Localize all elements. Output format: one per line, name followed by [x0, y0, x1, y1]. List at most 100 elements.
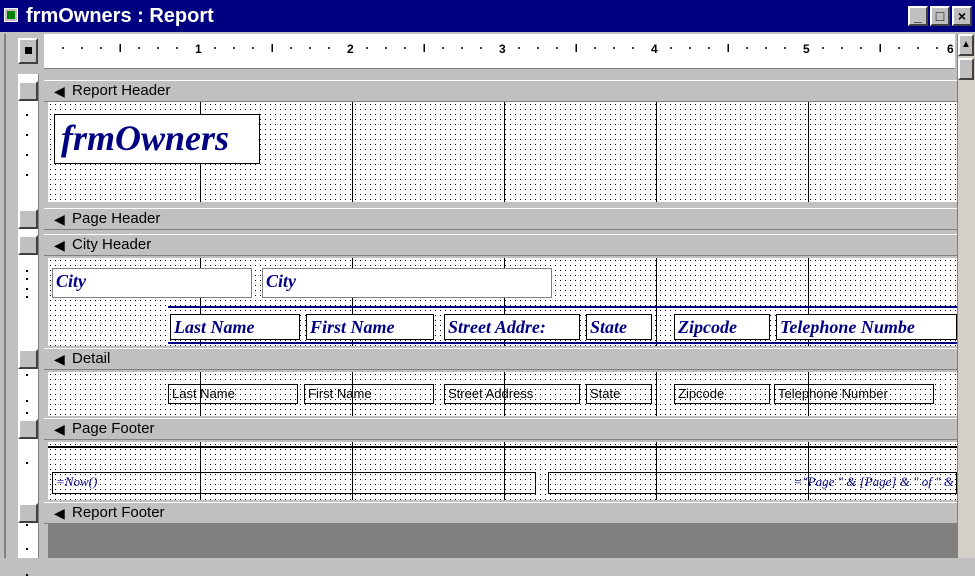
detail-field-last-name[interactable]: Last Name [168, 384, 298, 404]
ruler-tick [537, 47, 539, 49]
section-arrow-icon: ◀ [54, 505, 65, 521]
ruler-tick [917, 47, 919, 49]
footer-page-field[interactable]: ="Page " & [Page] & " of " & [548, 472, 957, 494]
section-bar-page-footer[interactable]: ◀ Page Footer [18, 418, 957, 440]
restore-button[interactable]: □ [930, 6, 950, 26]
city-field[interactable]: City [262, 268, 552, 298]
column-heading-state[interactable]: State [586, 314, 652, 340]
vertical-ruler[interactable] [18, 74, 39, 576]
vertical-ruler-tick [26, 374, 28, 376]
section-selector[interactable] [18, 81, 38, 101]
page-footer-grid[interactable]: =Now() ="Page " & [Page] & " of " & [48, 442, 957, 500]
ruler-tick [461, 47, 463, 49]
column-heading-first-name[interactable]: First Name [306, 314, 434, 340]
section-bar-report-header[interactable]: ◀ Report Header [18, 80, 957, 102]
ruler-tick [689, 47, 691, 49]
vertical-ruler-tick [26, 270, 28, 272]
column-heading-last-name[interactable]: Last Name [170, 314, 300, 340]
select-report-button[interactable] [18, 38, 38, 64]
ruler-tick [708, 47, 710, 49]
ruler-tick [727, 44, 729, 52]
header-rule-top [168, 306, 957, 308]
ruler-tick [860, 47, 862, 49]
ruler-tick [366, 47, 368, 49]
ruler-tick [879, 44, 881, 52]
vertical-ruler-tick [26, 548, 28, 550]
detail-field-state[interactable]: State [586, 384, 652, 404]
vertical-ruler-tick [26, 114, 28, 116]
ruler-tick [556, 47, 558, 49]
ruler-mark-4: 4 [651, 42, 658, 56]
detail-grid[interactable]: Last Name First Name Street Address Stat… [48, 372, 957, 416]
ruler-tick [632, 47, 634, 49]
section-label: Detail [72, 350, 111, 367]
ruler-tick [328, 47, 330, 49]
grid-line [656, 258, 657, 346]
detail-field-telephone[interactable]: Telephone Number [774, 384, 934, 404]
section-arrow-icon: ◀ [54, 237, 65, 253]
section-selector[interactable] [18, 503, 38, 523]
report-title-label[interactable]: frmOwners [54, 114, 260, 164]
ruler-tick [385, 47, 387, 49]
ruler-tick [841, 47, 843, 49]
column-heading-street-address[interactable]: Street Addre: [444, 314, 580, 340]
scroll-thumb[interactable] [958, 58, 974, 80]
section-bar-report-footer[interactable]: ◀ Report Footer [18, 502, 957, 524]
report-window-icon[interactable] [4, 8, 18, 22]
vertical-ruler-tick [26, 134, 28, 136]
vertical-scrollbar[interactable]: ▲ [957, 34, 975, 558]
section-label: City Header [72, 236, 152, 253]
ruler-mark-3: 3 [499, 42, 506, 56]
ruler-tick [404, 47, 406, 49]
ruler-mark-6: 6 [947, 42, 954, 56]
grid-line [504, 102, 505, 202]
ruler-tick [271, 44, 273, 52]
detail-field-first-name[interactable]: First Name [304, 384, 434, 404]
ruler-tick [822, 47, 824, 49]
ruler-tick [62, 47, 64, 49]
column-heading-zipcode[interactable]: Zipcode [674, 314, 770, 340]
section-label: Report Footer [72, 504, 165, 521]
section-bar-city-header[interactable]: ◀ City Header [18, 234, 957, 256]
ruler-tick [518, 47, 520, 49]
window-title: frmOwners : Report [26, 5, 214, 27]
vertical-ruler-tick [26, 296, 28, 298]
ruler-tick [309, 47, 311, 49]
vertical-ruler-tick [26, 154, 28, 156]
detail-field-street-address[interactable]: Street Address [444, 384, 580, 404]
band-gutter [4, 34, 16, 558]
close-button[interactable]: × [952, 6, 972, 26]
ruler-tick [81, 47, 83, 49]
grid-line [352, 102, 353, 202]
scroll-up-arrow-icon[interactable]: ▲ [958, 34, 974, 56]
section-selector[interactable] [18, 209, 38, 229]
ruler-tick [138, 47, 140, 49]
report-header-grid[interactable]: frmOwners [48, 102, 957, 202]
section-selector[interactable] [18, 235, 38, 255]
ruler-mark-2: 2 [347, 42, 354, 56]
city-label[interactable]: City [52, 268, 252, 298]
ruler-tick [594, 47, 596, 49]
section-label: Page Header [72, 210, 161, 227]
ruler-tick [252, 47, 254, 49]
footer-now-field[interactable]: =Now() [52, 472, 536, 494]
section-selector[interactable] [18, 349, 38, 369]
ruler-tick [233, 47, 235, 49]
ruler-tick [765, 47, 767, 49]
ruler-tick [480, 47, 482, 49]
horizontal-ruler[interactable]: 1 2 3 4 5 6 [44, 34, 955, 69]
section-selector[interactable] [18, 419, 38, 439]
minimize-button[interactable]: _ [908, 6, 928, 26]
ruler-tick [157, 47, 159, 49]
column-heading-telephone[interactable]: Telephone Numbe [776, 314, 957, 340]
detail-field-zipcode[interactable]: Zipcode [674, 384, 770, 404]
ruler-mark-5: 5 [803, 42, 810, 56]
ruler-tick [119, 44, 121, 52]
section-arrow-icon: ◀ [54, 83, 65, 99]
section-bar-page-header[interactable]: ◀ Page Header [18, 208, 957, 230]
vertical-ruler-tick [26, 412, 28, 414]
section-bar-detail[interactable]: ◀ Detail [18, 348, 957, 370]
city-header-grid[interactable]: City City Last Name First Name Street Ad… [48, 258, 957, 346]
ruler-tick [214, 47, 216, 49]
vertical-ruler-tick [26, 462, 28, 464]
